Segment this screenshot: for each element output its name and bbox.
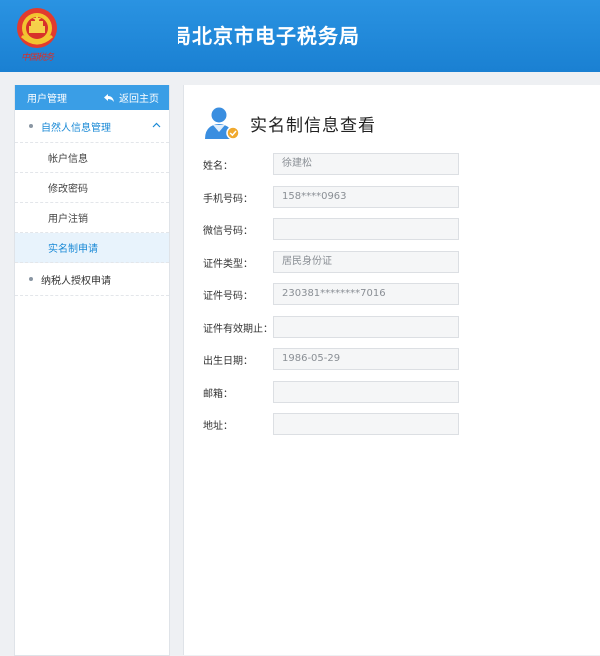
back-home-link[interactable]: 返回主页 [103,90,159,105]
field-label-email: 邮箱： [203,388,233,400]
sidebar-item-label: 修改密码 [48,184,88,195]
wechat-field[interactable] [273,218,459,240]
field-label-birth-date: 出生日期： [203,355,253,367]
form-row-birth-date: 出生日期： [203,348,459,370]
sidebar-group-label: 纳税人授权申请 [41,275,111,287]
form-row-email: 邮箱： [203,381,459,403]
field-label-id-number: 证件号码： [203,290,253,302]
sidebar-group-natural-person[interactable]: 自然人信息管理 [15,110,169,143]
sidebar-item-label: 实名制申请 [48,244,98,255]
email-field[interactable] [273,381,459,403]
chevron-up-icon [152,122,161,128]
national-emblem-icon [17,8,57,48]
site-title-text: 北京市电子税务局 [192,24,360,48]
sidebar-item-change-password[interactable]: 修改密码 [15,173,169,203]
name-field[interactable] [273,153,459,175]
address-field[interactable] [273,413,459,435]
field-label-address: 地址： [203,420,233,432]
sidebar-item-label: 帐户信息 [48,154,88,165]
bullet-icon [29,124,33,128]
user-verified-icon [205,107,240,140]
bullet-icon [29,277,33,281]
form-row-id-number: 证件号码： [203,283,459,305]
id-number-field[interactable] [273,283,459,305]
id-type-field[interactable] [273,251,459,273]
sidebar-item-deregister[interactable]: 用户注销 [15,203,169,233]
field-label-wechat: 微信号码： [203,225,253,237]
mobile-field[interactable] [273,186,459,208]
form-row-id-expiry: 证件有效期止： [203,316,459,338]
return-arrow-icon [104,93,114,102]
form-row-address: 地址： [203,413,459,435]
form-row-id-type: 证件类型： [203,251,459,273]
page-title: 实名制信息查看 [250,115,376,136]
form-row-mobile: 手机号码： [203,186,459,208]
birth-date-field[interactable] [273,348,459,370]
sidebar-group-label: 自然人信息管理 [41,122,111,134]
emblem-script-text: 中国税务 [20,53,54,63]
sidebar-header-title: 用户管理 [27,94,67,105]
field-label-id-expiry: 证件有效期止： [203,323,273,335]
form-row-wechat: 微信号码： [203,218,459,240]
sidebar-item-real-name-apply[interactable]: 实名制申请 [15,233,169,263]
main-panel: 实名制信息查看 姓名： 手机号码： 微信号码： 证件类型： 证件号码： 证件有效… [183,85,600,655]
app-header: 中国税务 局北京市电子税务局 [0,0,600,72]
sidebar-header: 用户管理 返回主页 [15,85,169,110]
sidebar-item-account-info[interactable]: 帐户信息 [15,143,169,173]
sidebar-item-label: 用户注销 [48,214,88,225]
tax-emblem-logo: 中国税务 [14,6,60,64]
site-title-clipped-char: 局 [178,24,192,48]
field-label-name: 姓名： [203,160,233,172]
sidebar-group-taxpayer-authorization[interactable]: 纳税人授权申请 [15,263,169,296]
id-expiry-field[interactable] [273,316,459,338]
form-row-name: 姓名： [203,153,459,175]
back-home-label: 返回主页 [119,94,159,105]
site-title: 局北京市电子税务局 [178,20,360,49]
field-label-id-type: 证件类型： [203,258,253,270]
field-label-mobile: 手机号码： [203,193,253,205]
page-header: 实名制信息查看 [202,105,376,141]
sidebar: 用户管理 返回主页 自然人信息管理 帐户信息 修改密码 用户注销 实名制申请 纳… [14,85,170,656]
